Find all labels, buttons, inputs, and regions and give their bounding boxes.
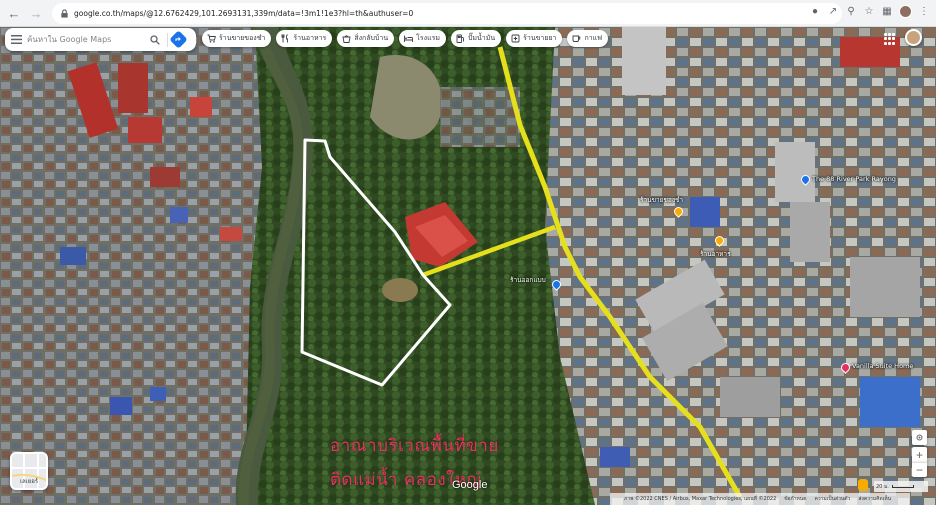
chip-takeout[interactable]: สิ่งกลับบ้าน [337, 30, 395, 47]
chip-gas[interactable]: ปั๊มน้ำมัน [450, 30, 502, 47]
back-icon[interactable]: ← [6, 5, 22, 21]
location-icon[interactable]: ● [809, 6, 821, 18]
apps-grid-icon[interactable] [884, 33, 896, 45]
zoom-in-button[interactable]: + [912, 447, 927, 462]
attribution-bar: ภาพ ©2022 CNES / Airbus, Maxar Technolog… [610, 493, 910, 505]
layers-button[interactable]: เลเยอร์ [10, 452, 48, 490]
takeout-icon [342, 34, 351, 43]
cart-icon [207, 34, 216, 43]
chip-label: ปั๊มน้ำมัน [467, 34, 496, 42]
my-location-icon [916, 434, 923, 441]
place-label[interactable]: ร้านอาหาร [700, 249, 731, 259]
search-icon[interactable] [147, 32, 163, 48]
chip-label: โรงแรม [416, 34, 440, 42]
account-avatar[interactable] [905, 29, 922, 46]
layers-label: เลเยอร์ [19, 478, 39, 485]
feedback-link[interactable]: ส่งความคิดเห็น [858, 495, 891, 503]
privacy-link[interactable]: ความเป็นส่วนตัว [814, 495, 850, 503]
chip-coffee[interactable]: กาแฟ [567, 30, 609, 47]
profile-avatar[interactable] [899, 5, 912, 18]
chip-hotel[interactable]: โรงแรม [399, 30, 446, 47]
pharmacy-icon [511, 34, 520, 43]
zoom-out-button[interactable]: − [912, 462, 927, 477]
directions-icon[interactable] [169, 30, 188, 49]
place-label[interactable]: ร้านขายของชำ [640, 195, 683, 205]
chip-label: ร้านขายยา [523, 34, 557, 42]
url-text: google.co.th/maps/@12.6762429,101.269313… [74, 9, 414, 18]
more-icon[interactable]: ⋮ [918, 6, 930, 18]
category-chips: ร้านขายของชำ ร้านอาหาร สิ่งกลับบ้าน โรงแ… [202, 30, 609, 47]
scale-ruler [891, 485, 914, 488]
terms-link[interactable]: ข้อกำหนด [784, 495, 806, 503]
scale-bar[interactable]: 20 ม. [874, 481, 928, 492]
place-label[interactable]: Vanilla Suite Home [852, 362, 913, 370]
search-box [5, 28, 196, 51]
menu-icon[interactable] [5, 28, 27, 51]
chip-label: ร้านขายของชำ [219, 34, 266, 42]
restaurant-icon [281, 34, 290, 43]
chip-grocery[interactable]: ร้านขายของชำ [202, 30, 272, 47]
map-canvas[interactable]: The 88 River Park Rayong Vanilla Suite H… [0, 27, 936, 505]
chip-label: กาแฟ [584, 34, 603, 42]
chip-label: ร้านอาหาร [293, 34, 327, 42]
attribution-text: ภาพ ©2022 CNES / Airbus, Maxar Technolog… [624, 496, 777, 502]
search-divider [167, 32, 168, 47]
forward-icon[interactable]: → [28, 5, 44, 21]
address-bar[interactable]: google.co.th/maps/@12.6762429,101.269313… [52, 3, 842, 24]
search-input[interactable] [27, 35, 145, 44]
chip-pharmacy[interactable]: ร้านขายยา [506, 30, 563, 47]
share-icon[interactable]: ↗ [827, 6, 839, 18]
street-view-pegman-icon[interactable] [858, 479, 868, 491]
lock-icon [61, 9, 68, 18]
zoom-icon[interactable]: ⚲ [845, 6, 857, 18]
google-logo: Google [452, 479, 488, 491]
gas-icon [456, 34, 465, 43]
chip-restaurant[interactable]: ร้านอาหาร [276, 30, 333, 47]
star-icon[interactable]: ☆ [863, 6, 875, 18]
browser-toolbar: ← → ↻ google.co.th/maps/@12.6762429,101.… [0, 0, 936, 27]
hotel-icon [404, 34, 414, 43]
scale-label: 20 ม. [876, 483, 889, 490]
coffee-icon [572, 34, 581, 43]
extension-icon[interactable]: ▦ [881, 6, 893, 18]
chip-label: สิ่งกลับบ้าน [354, 34, 389, 42]
place-label[interactable]: ร้านออกแบบ [510, 275, 546, 285]
place-label[interactable]: The 88 River Park Rayong [812, 175, 896, 183]
my-location-button[interactable] [912, 430, 927, 445]
annotation-line-1: อาณาบริเวณพื้นที่ขาย [330, 436, 499, 456]
